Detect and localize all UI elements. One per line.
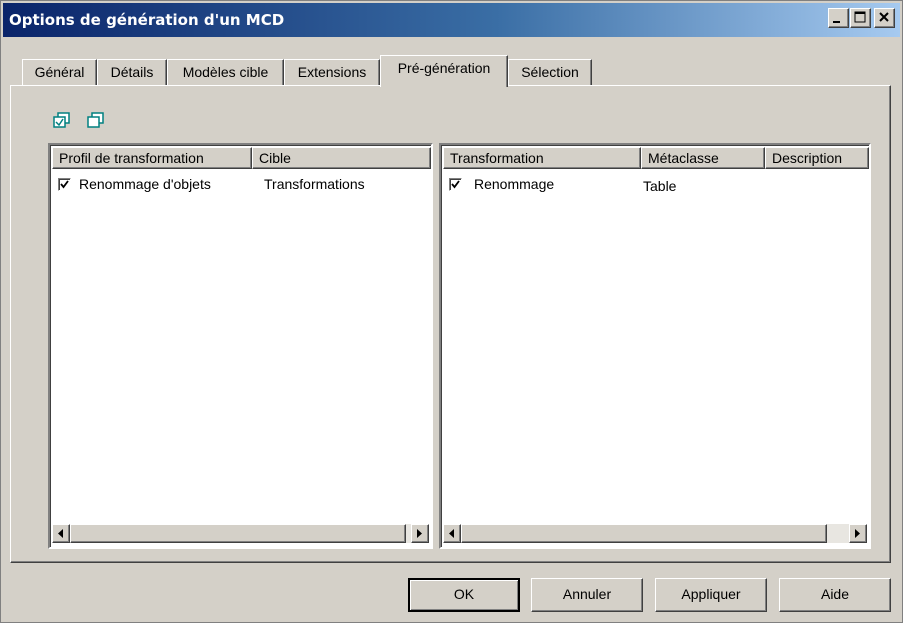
checkmark-icon: [451, 180, 460, 189]
col-header-metaclasse[interactable]: Métaclasse: [641, 147, 765, 169]
col-header-cible[interactable]: Cible: [252, 147, 431, 169]
col-header-cible-label: Cible: [259, 150, 291, 166]
tab-selection-label: Sélection: [521, 64, 579, 80]
profile-name: Renommage d'objets: [79, 176, 211, 192]
ok-button-label: OK: [453, 586, 475, 602]
col-header-description[interactable]: Description: [765, 147, 869, 169]
close-icon: [879, 12, 889, 22]
tab-extensions-label: Extensions: [297, 64, 367, 80]
tab-pre-generation-label: Pré-génération: [397, 60, 491, 76]
transformation-checkbox[interactable]: [449, 178, 462, 191]
scroll-left-button[interactable]: [52, 524, 70, 543]
transformation-list[interactable]: Transformation Métaclasse Description Re…: [439, 143, 871, 549]
arrow-left-icon: [449, 529, 454, 538]
transformation-name: Renommage: [474, 176, 555, 192]
select-all-icon[interactable]: [53, 112, 71, 128]
apply-button[interactable]: Appliquer: [655, 578, 767, 612]
scroll-thumb[interactable]: [70, 524, 406, 543]
scroll-right-button[interactable]: [849, 524, 867, 543]
scroll-right-button[interactable]: [411, 524, 429, 543]
tab-selection[interactable]: Sélection: [508, 59, 592, 85]
col-header-metaclasse-label: Métaclasse: [648, 150, 719, 166]
window-title: Options de génération d'un MCD: [9, 11, 285, 29]
ok-button[interactable]: OK: [408, 578, 520, 612]
tab-details[interactable]: Détails: [97, 59, 167, 85]
tab-general[interactable]: Général: [22, 59, 97, 85]
transformation-metaclass: Table: [643, 178, 677, 194]
col-header-transformation[interactable]: Transformation: [443, 147, 641, 169]
title-bar: Options de génération d'un MCD: [3, 3, 900, 37]
apply-button-label: Appliquer: [681, 586, 741, 602]
deselect-all-icon[interactable]: [87, 112, 105, 128]
tab-general-label: Général: [34, 64, 85, 80]
maximize-icon: [854, 11, 866, 23]
cancel-button-label: Annuler: [562, 586, 612, 602]
checkmark-icon: [60, 180, 69, 189]
options-dialog: Options de génération d'un MCD Général D…: [0, 0, 903, 623]
tab-pre-generation[interactable]: Pré-génération: [380, 55, 508, 87]
right-hscrollbar[interactable]: [443, 524, 867, 543]
tab-target-models-label: Modèles cible: [182, 64, 269, 80]
profile-target: Transformations: [264, 176, 365, 192]
profile-list[interactable]: Profil de transformation Cible Renommage…: [48, 143, 433, 549]
arrow-left-icon: [58, 529, 63, 538]
left-hscrollbar[interactable]: [52, 524, 429, 543]
profile-checkbox[interactable]: [58, 178, 71, 191]
col-header-profil[interactable]: Profil de transformation: [52, 147, 252, 169]
scroll-left-button[interactable]: [443, 524, 461, 543]
tab-target-models[interactable]: Modèles cible: [167, 59, 284, 85]
col-header-profil-label: Profil de transformation: [59, 150, 204, 166]
close-button[interactable]: [874, 8, 895, 28]
maximize-button[interactable]: [850, 8, 871, 28]
arrow-right-icon: [855, 529, 860, 538]
tab-extensions[interactable]: Extensions: [284, 59, 380, 85]
col-header-description-label: Description: [772, 150, 843, 166]
help-button[interactable]: Aide: [779, 578, 891, 612]
tab-details-label: Détails: [110, 64, 154, 80]
minimize-icon: [833, 21, 840, 23]
help-button-label: Aide: [820, 586, 850, 602]
arrow-right-icon: [417, 529, 422, 538]
minimize-button[interactable]: [828, 8, 849, 28]
col-header-transformation-label: Transformation: [450, 150, 544, 166]
cancel-button[interactable]: Annuler: [531, 578, 643, 612]
scroll-thumb[interactable]: [461, 524, 827, 543]
